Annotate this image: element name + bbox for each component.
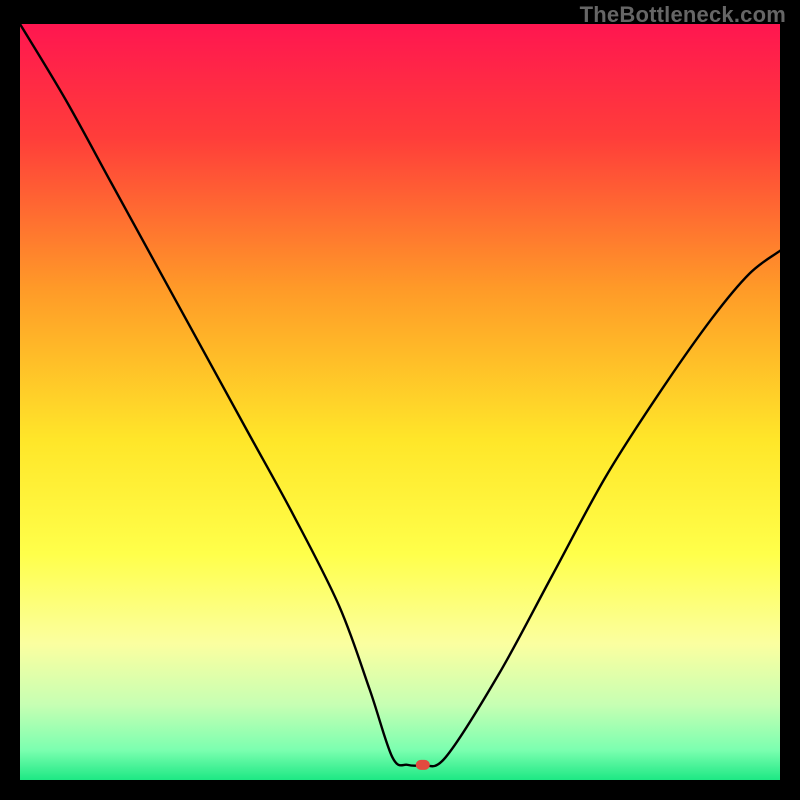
chart-frame: TheBottleneck.com	[0, 0, 800, 800]
bottleneck-chart	[20, 24, 780, 780]
target-marker	[416, 760, 430, 770]
gradient-background	[20, 24, 780, 780]
watermark-label: TheBottleneck.com	[580, 2, 786, 28]
